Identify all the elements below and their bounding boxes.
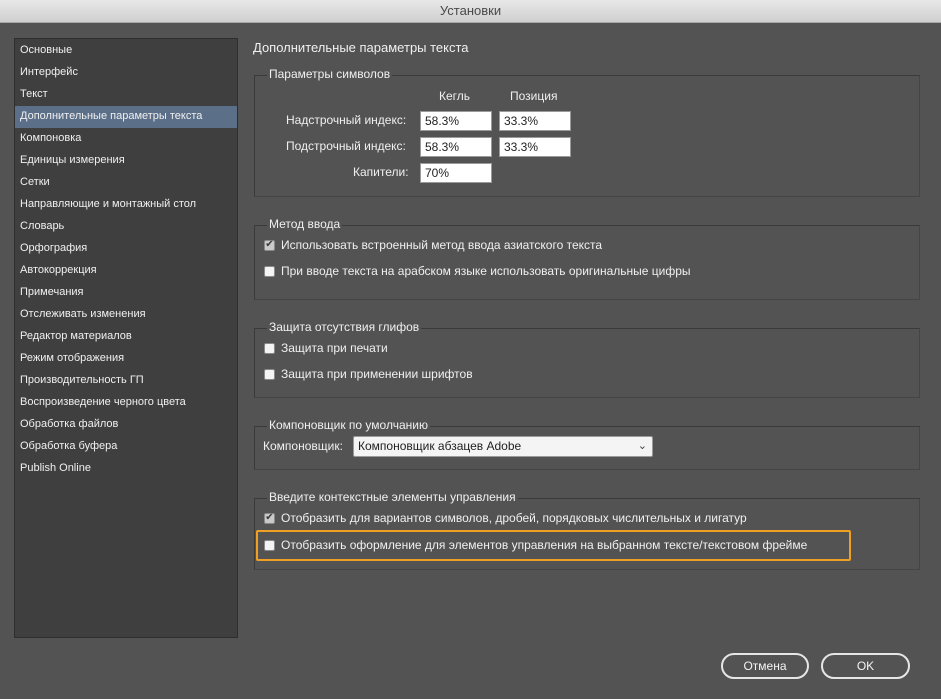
ok-button[interactable]: OK xyxy=(821,653,910,679)
sidebar-item[interactable]: Орфография xyxy=(15,238,237,260)
sidebar-item[interactable]: Производительность ГП xyxy=(15,370,237,392)
superscript-position-field[interactable]: 33.3% xyxy=(499,111,571,131)
protect-typing-label: Защита при печати xyxy=(281,341,388,355)
sidebar-item[interactable]: Дополнительные параметры текста xyxy=(15,106,237,128)
sidebar-item[interactable]: Основные xyxy=(15,40,237,62)
composer-title: Компоновщик по умолчанию xyxy=(267,418,430,432)
composer-select-value: Компоновщик абзацев Adobe xyxy=(358,439,522,453)
page-title: Дополнительные параметры текста xyxy=(253,40,469,55)
protect-fonts-checkbox[interactable] xyxy=(264,368,275,380)
window-title: Установки xyxy=(0,0,941,23)
sidebar-item[interactable]: Обработка буфера xyxy=(15,436,237,458)
protect-fonts-label: Защита при применении шрифтов xyxy=(281,367,473,381)
protect-typing-option[interactable]: Защита при печати xyxy=(264,341,388,355)
show-design-option[interactable]: Отобразить оформление для элементов упра… xyxy=(264,538,807,552)
smallcaps-label: Капители: xyxy=(353,165,409,179)
position-column-header: Позиция xyxy=(510,89,558,103)
cancel-button[interactable]: Отмена xyxy=(721,653,809,679)
missing-glyph-group xyxy=(254,328,920,398)
arabic-digits-label: При вводе текста на арабском языке испол… xyxy=(281,264,691,278)
subscript-position-field[interactable]: 33.3% xyxy=(499,137,571,157)
sidebar-item[interactable]: Воспроизведение черного цвета xyxy=(15,392,237,414)
input-method-title: Метод ввода xyxy=(267,217,343,231)
asian-input-checkbox[interactable]: ✔ xyxy=(264,239,275,251)
chevron-down-icon: ⌄ xyxy=(637,440,647,452)
show-alternates-option[interactable]: ✔ Отобразить для вариантов символов, дро… xyxy=(264,511,747,525)
sidebar-item[interactable]: Режим отображения xyxy=(15,348,237,370)
protect-fonts-option[interactable]: Защита при применении шрифтов xyxy=(264,367,473,381)
sidebar-item[interactable]: Publish Online xyxy=(15,458,237,480)
sidebar-item[interactable]: Единицы измерения xyxy=(15,150,237,172)
smallcaps-size-field[interactable]: 70% xyxy=(420,163,492,183)
contextual-title: Введите контекстные элементы управления xyxy=(267,490,518,504)
show-alternates-checkbox[interactable]: ✔ xyxy=(264,512,275,524)
show-design-label: Отобразить оформление для элементов упра… xyxy=(281,538,808,552)
subscript-label: Подстрочный индекс: xyxy=(286,139,406,153)
sidebar: Основные Интерфейс Текст Дополнительные пар… xyxy=(14,38,238,638)
sidebar-item[interactable]: Сетки xyxy=(15,172,237,194)
sidebar-item[interactable]: Примечания xyxy=(15,282,237,304)
composer-select[interactable]: Компоновщик абзацев Adobe ⌄ xyxy=(353,436,653,457)
sidebar-item[interactable]: Интерфейс xyxy=(15,62,237,84)
input-method-group xyxy=(254,225,920,300)
sidebar-item[interactable]: Словарь xyxy=(15,216,237,238)
check-icon: ✔ xyxy=(265,512,274,523)
sidebar-item[interactable]: Направляющие и монтажный стол xyxy=(15,194,237,216)
composer-label: Компоновщик: xyxy=(263,439,343,453)
superscript-size-field[interactable]: 58.3% xyxy=(420,111,492,131)
asian-input-option[interactable]: ✔ Использовать встроенный метод ввода аз… xyxy=(264,238,602,252)
sidebar-item[interactable]: Обработка файлов xyxy=(15,414,237,436)
protect-typing-checkbox[interactable] xyxy=(264,342,275,354)
arabic-digits-option[interactable]: При вводе текста на арабском языке испол… xyxy=(264,264,691,278)
check-icon: ✔ xyxy=(265,239,274,250)
missing-glyph-title: Защита отсутствия глифов xyxy=(267,320,422,334)
sidebar-item[interactable]: Компоновка xyxy=(15,128,237,150)
show-design-checkbox[interactable] xyxy=(264,539,275,551)
sidebar-item[interactable]: Автокоррекция xyxy=(15,260,237,282)
size-column-header: Кегль xyxy=(439,89,471,103)
sidebar-item[interactable]: Отслеживать изменения xyxy=(15,304,237,326)
sidebar-item[interactable]: Текст xyxy=(15,84,237,106)
superscript-label: Надстрочный индекс: xyxy=(286,113,407,127)
show-alternates-label: Отобразить для вариантов символов, дробе… xyxy=(281,511,747,525)
char-settings-title: Параметры символов xyxy=(267,67,393,81)
subscript-size-field[interactable]: 58.3% xyxy=(420,137,492,157)
asian-input-label: Использовать встроенный метод ввода азиа… xyxy=(281,238,603,252)
sidebar-item[interactable]: Редактор материалов xyxy=(15,326,237,348)
arabic-digits-checkbox[interactable] xyxy=(264,265,275,277)
